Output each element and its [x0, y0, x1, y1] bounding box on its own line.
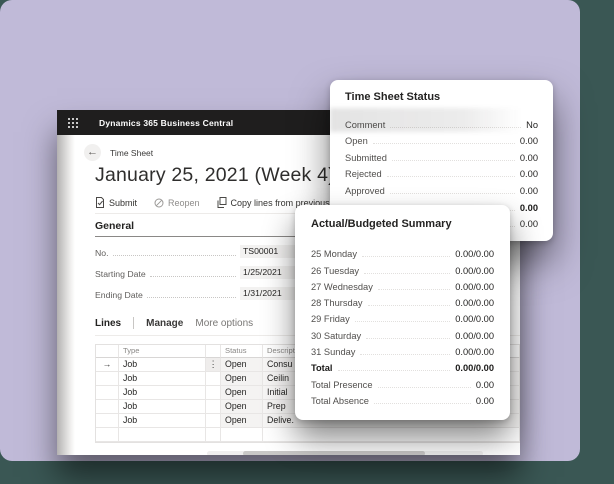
summary-row-tuesday: 26 Tuesday 0.00/0.00	[311, 265, 494, 276]
left-edge-shadow	[57, 135, 75, 455]
summary-row-monday: 25 Monday 0.00/0.00	[311, 249, 494, 260]
summary-row-saturday: 30 Saturday 0.00/0.00	[311, 330, 494, 341]
cell-type[interactable]: Job	[119, 372, 206, 386]
cell-status[interactable]: Open	[221, 414, 263, 428]
summary-row-friday: 29 Friday 0.00/0.00	[311, 314, 494, 325]
col-selector	[96, 345, 119, 358]
reopen-icon	[154, 198, 164, 207]
cell-status[interactable]: Open	[221, 386, 263, 400]
row-menu-icon[interactable]: ⋮	[206, 358, 221, 372]
cell-status[interactable]: Open	[221, 358, 263, 372]
tab-more-options[interactable]: More options	[195, 318, 253, 329]
field-starting-date: Starting Date 1/25/2021	[95, 266, 312, 279]
col-type[interactable]: Type	[119, 345, 206, 358]
tab-separator	[133, 317, 135, 329]
tab-manage[interactable]: Manage	[146, 318, 183, 329]
summary-row-sunday: 31 Sunday 0.00/0.00	[311, 347, 494, 358]
back-button[interactable]: ←	[84, 144, 101, 161]
cell-type[interactable]: Job	[119, 358, 206, 372]
page-title: January 25, 2021 (Week 4)	[95, 164, 335, 186]
cell-type[interactable]: Job	[119, 414, 206, 428]
horizontal-scrollbar-thumb[interactable]	[243, 451, 425, 455]
row-selector-arrow-icon: →	[96, 358, 119, 372]
summary-row-total: Total 0.00/0.00	[311, 363, 494, 374]
general-heading: General	[95, 220, 312, 237]
actual-budgeted-summary-panel: Actual/Budgeted Summary 25 Monday 0.00/0…	[295, 205, 510, 420]
status-row-rejected: Rejected 0.00	[345, 169, 538, 180]
submit-icon	[96, 197, 104, 208]
empty-row-cell[interactable]	[119, 428, 206, 442]
summary-panel-title: Actual/Budgeted Summary	[311, 218, 452, 230]
copy-icon	[217, 197, 227, 208]
desktop-background: Dynamics 365 Business Central ← Time She…	[0, 0, 614, 484]
page-caption: Time Sheet	[110, 147, 154, 158]
reopen-button[interactable]: Reopen	[154, 198, 200, 208]
status-row-submitted: Submitted 0.00	[345, 152, 538, 163]
general-section: General No. TS00001 Starting Date 1/25/2…	[95, 220, 312, 300]
app-launcher-icon[interactable]	[67, 117, 79, 129]
field-ending-date: Ending Date 1/31/2021	[95, 287, 312, 300]
cell-type[interactable]: Job	[119, 386, 206, 400]
status-row-open: Open 0.00	[345, 136, 538, 147]
col-menu	[206, 345, 221, 358]
app-title: Dynamics 365 Business Central	[99, 117, 234, 128]
status-row-approved: Approved 0.00	[345, 185, 538, 196]
cell-status[interactable]: Open	[221, 400, 263, 414]
cell-type[interactable]: Job	[119, 400, 206, 414]
status-panel-title: Time Sheet Status	[345, 91, 441, 103]
field-no: No. TS00001	[95, 245, 312, 258]
cell-status[interactable]: Open	[221, 372, 263, 386]
summary-row-total-presence: Total Presence 0.00	[311, 379, 494, 390]
status-row-comment: Comment No	[345, 119, 538, 130]
summary-row-wednesday: 27 Wednesday 0.00/0.00	[311, 281, 494, 292]
tab-lines[interactable]: Lines	[95, 318, 121, 329]
lines-toolbar: Lines Manage More options	[95, 317, 253, 329]
col-status[interactable]: Status	[221, 345, 263, 358]
summary-row-thursday: 28 Thursday 0.00/0.00	[311, 298, 494, 309]
summary-row-total-absence: Total Absence 0.00	[311, 395, 494, 406]
submit-button[interactable]: Submit	[95, 197, 137, 208]
breadcrumb: ← Time Sheet	[84, 144, 153, 161]
